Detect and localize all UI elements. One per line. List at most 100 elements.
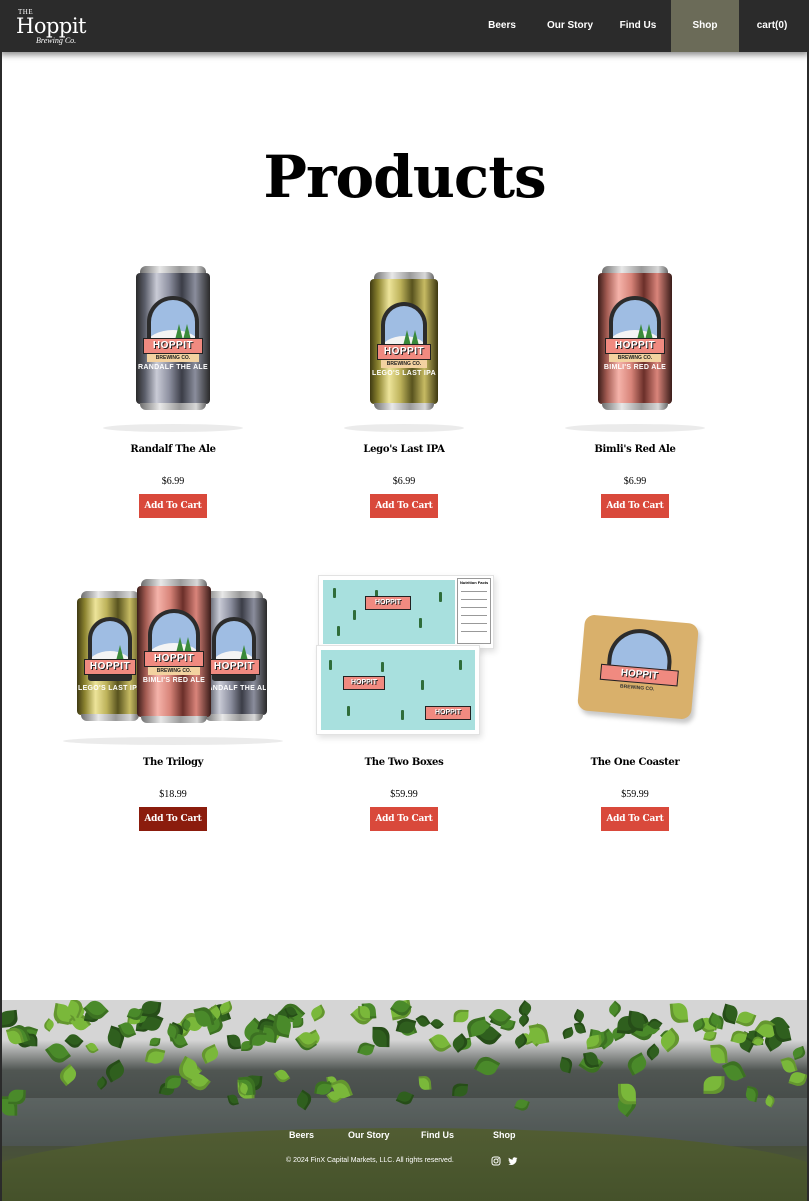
ivy-leaf	[572, 1009, 586, 1024]
footer: Beers Our Story Find Us Shop © 2024 FinX…	[0, 1000, 809, 1201]
page-title: Products	[263, 142, 546, 211]
beer-can: HOPPIT BREWING CO. BIMLI'S RED ALE	[137, 579, 211, 723]
ivy-leaf	[606, 1000, 624, 1017]
can-banner: HOPPIT	[84, 659, 136, 675]
box-banner: HOPPIT	[425, 706, 471, 720]
nutrition-facts-title: Nutrition Facts	[460, 580, 489, 585]
product-price: $6.99	[392, 476, 416, 487]
footer-link-find-us[interactable]: Find Us	[421, 1130, 454, 1140]
nutrition-panel: Nutrition Facts	[457, 578, 491, 644]
ivy-leaf	[8, 1089, 27, 1105]
ivy-leaf	[395, 1088, 415, 1107]
ivy-leaf	[703, 1076, 725, 1095]
add-to-cart-button[interactable]: Add To Cart	[139, 807, 207, 831]
product-image[interactable]: HOPPIT BREWING CO. LEGO'S LAST IPA	[294, 266, 514, 436]
footer-link-beers[interactable]: Beers	[289, 1130, 314, 1140]
top-nav: THE Hoppit Brewing Co. Beers Our Story F…	[0, 0, 809, 52]
product-image[interactable]: HOPPIT BREWING CO.	[525, 579, 745, 749]
can-brewing: BREWING CO.	[381, 360, 427, 368]
can-beer-name: LEGO'S LAST IPA	[78, 685, 142, 692]
ivy-leaf	[788, 1070, 808, 1088]
can-beer-name: BIMLI'S RED ALE	[603, 364, 667, 371]
logo-name: Hoppit	[16, 14, 87, 38]
product-price: $59.99	[621, 789, 649, 800]
coaster: HOPPIT BREWING CO.	[577, 614, 699, 720]
can-beer-name: LEGO'S LAST IPA	[372, 370, 436, 377]
product-price: $6.99	[623, 476, 647, 487]
ivy-leaf	[85, 1041, 99, 1056]
add-to-cart-button[interactable]: Add To Cart	[601, 494, 669, 518]
product-name[interactable]: The One Coaster	[525, 757, 745, 768]
ivy-leaf	[735, 1008, 757, 1029]
image-shadow	[565, 424, 705, 432]
add-to-cart-button[interactable]: Add To Cart	[601, 807, 669, 831]
product-image[interactable]: HOPPIT LEGO'S LAST IPA HOPPIT RANDALF TH…	[63, 579, 283, 749]
beer-can: HOPPIT BREWING CO. RANDALF THE ALE	[136, 266, 210, 410]
ivy-leaf	[710, 1044, 728, 1065]
ivy-leaf	[763, 1094, 777, 1108]
product-name[interactable]: Lego's Last IPA	[294, 444, 514, 455]
ivy-leaf	[669, 1001, 688, 1024]
nav-cart[interactable]: cart(0)	[750, 0, 794, 52]
ivy-leaf	[473, 1053, 500, 1079]
ivy-leaf	[573, 1021, 586, 1035]
product-image[interactable]: HOPPIT Nutrition Facts HOPPIT HOPPIT	[294, 575, 514, 749]
product-card: HOPPIT BREWING CO. The One Coaster $59.9…	[525, 579, 745, 831]
ivy-leaf	[657, 1027, 683, 1053]
ivy-leaf	[618, 1083, 637, 1105]
ivy-leaf	[415, 1013, 431, 1030]
product-price: $59.99	[390, 789, 418, 800]
logo-sub: Brewing Co.	[36, 36, 77, 45]
product-card: HOPPIT BREWING CO. RANDALF THE ALE Randa…	[63, 266, 283, 518]
product-card: HOPPIT BREWING CO. LEGO'S LAST IPA Lego'…	[294, 266, 514, 518]
ivy-leaf	[42, 1017, 56, 1032]
product-name[interactable]: Randalf The Ale	[63, 444, 283, 455]
ivy-leaf	[357, 1006, 370, 1020]
ivy-leaf	[428, 1030, 452, 1055]
ivy-leaf	[249, 1031, 267, 1047]
beer-can: HOPPIT LEGO'S LAST IPA	[77, 591, 143, 721]
nav-our-story[interactable]: Our Story	[542, 0, 598, 52]
ivy-leaf	[144, 1047, 166, 1066]
product-name[interactable]: The Two Boxes	[294, 757, 514, 768]
hoppit-logo[interactable]: THE Hoppit Brewing Co.	[16, 8, 87, 46]
add-to-cart-button[interactable]: Add To Cart	[370, 494, 438, 518]
ivy-leaf	[418, 1075, 432, 1091]
ivy-leaf	[371, 1026, 390, 1048]
ivy-leaf	[429, 1017, 444, 1032]
can-banner: HOPPIT	[377, 344, 431, 360]
box-banner: HOPPIT	[365, 596, 411, 610]
nav-find-us[interactable]: Find Us	[616, 0, 660, 52]
footer-link-shop[interactable]: Shop	[493, 1130, 516, 1140]
product-card: HOPPIT Nutrition Facts HOPPIT HOPPIT The…	[294, 575, 514, 831]
ivy-leaf	[308, 1004, 327, 1022]
image-shadow	[63, 737, 283, 745]
image-shadow	[344, 424, 464, 432]
can-brewing: BREWING CO.	[147, 354, 199, 362]
product-image[interactable]: HOPPIT BREWING CO. BIMLI'S RED ALE	[525, 266, 745, 436]
footer-link-our-story[interactable]: Our Story	[348, 1130, 390, 1140]
box-banner: HOPPIT	[343, 676, 385, 690]
nav-beers[interactable]: Beers	[482, 0, 522, 52]
add-to-cart-button[interactable]: Add To Cart	[139, 494, 207, 518]
ivy-leaf	[294, 1089, 315, 1110]
can-beer-name: BIMLI'S RED ALE	[142, 677, 206, 684]
ivy-leaf	[453, 1009, 469, 1023]
product-name[interactable]: The Trilogy	[63, 757, 283, 768]
ivy-leaf	[514, 1097, 531, 1113]
image-shadow	[103, 424, 243, 432]
add-to-cart-button[interactable]: Add To Cart	[370, 807, 438, 831]
can-banner: HOPPIT	[605, 338, 665, 354]
product-card: HOPPIT LEGO'S LAST IPA HOPPIT RANDALF TH…	[63, 579, 283, 831]
twitter-icon[interactable]	[508, 1156, 518, 1166]
product-name[interactable]: Bimli's Red Ale	[525, 444, 745, 455]
nav-shop[interactable]: Shop	[671, 0, 739, 52]
instagram-icon[interactable]	[491, 1156, 501, 1166]
ivy-leaf	[452, 1082, 469, 1097]
beer-can: HOPPIT BREWING CO. BIMLI'S RED ALE	[598, 266, 672, 410]
ivy-leaf	[56, 1063, 80, 1086]
product-price: $18.99	[159, 789, 187, 800]
copyright: © 2024 FinX Capital Markets, LLC. All ri…	[286, 1157, 454, 1164]
product-image[interactable]: HOPPIT BREWING CO. RANDALF THE ALE	[63, 266, 283, 436]
product-card: HOPPIT BREWING CO. BIMLI'S RED ALE Bimli…	[525, 266, 745, 518]
